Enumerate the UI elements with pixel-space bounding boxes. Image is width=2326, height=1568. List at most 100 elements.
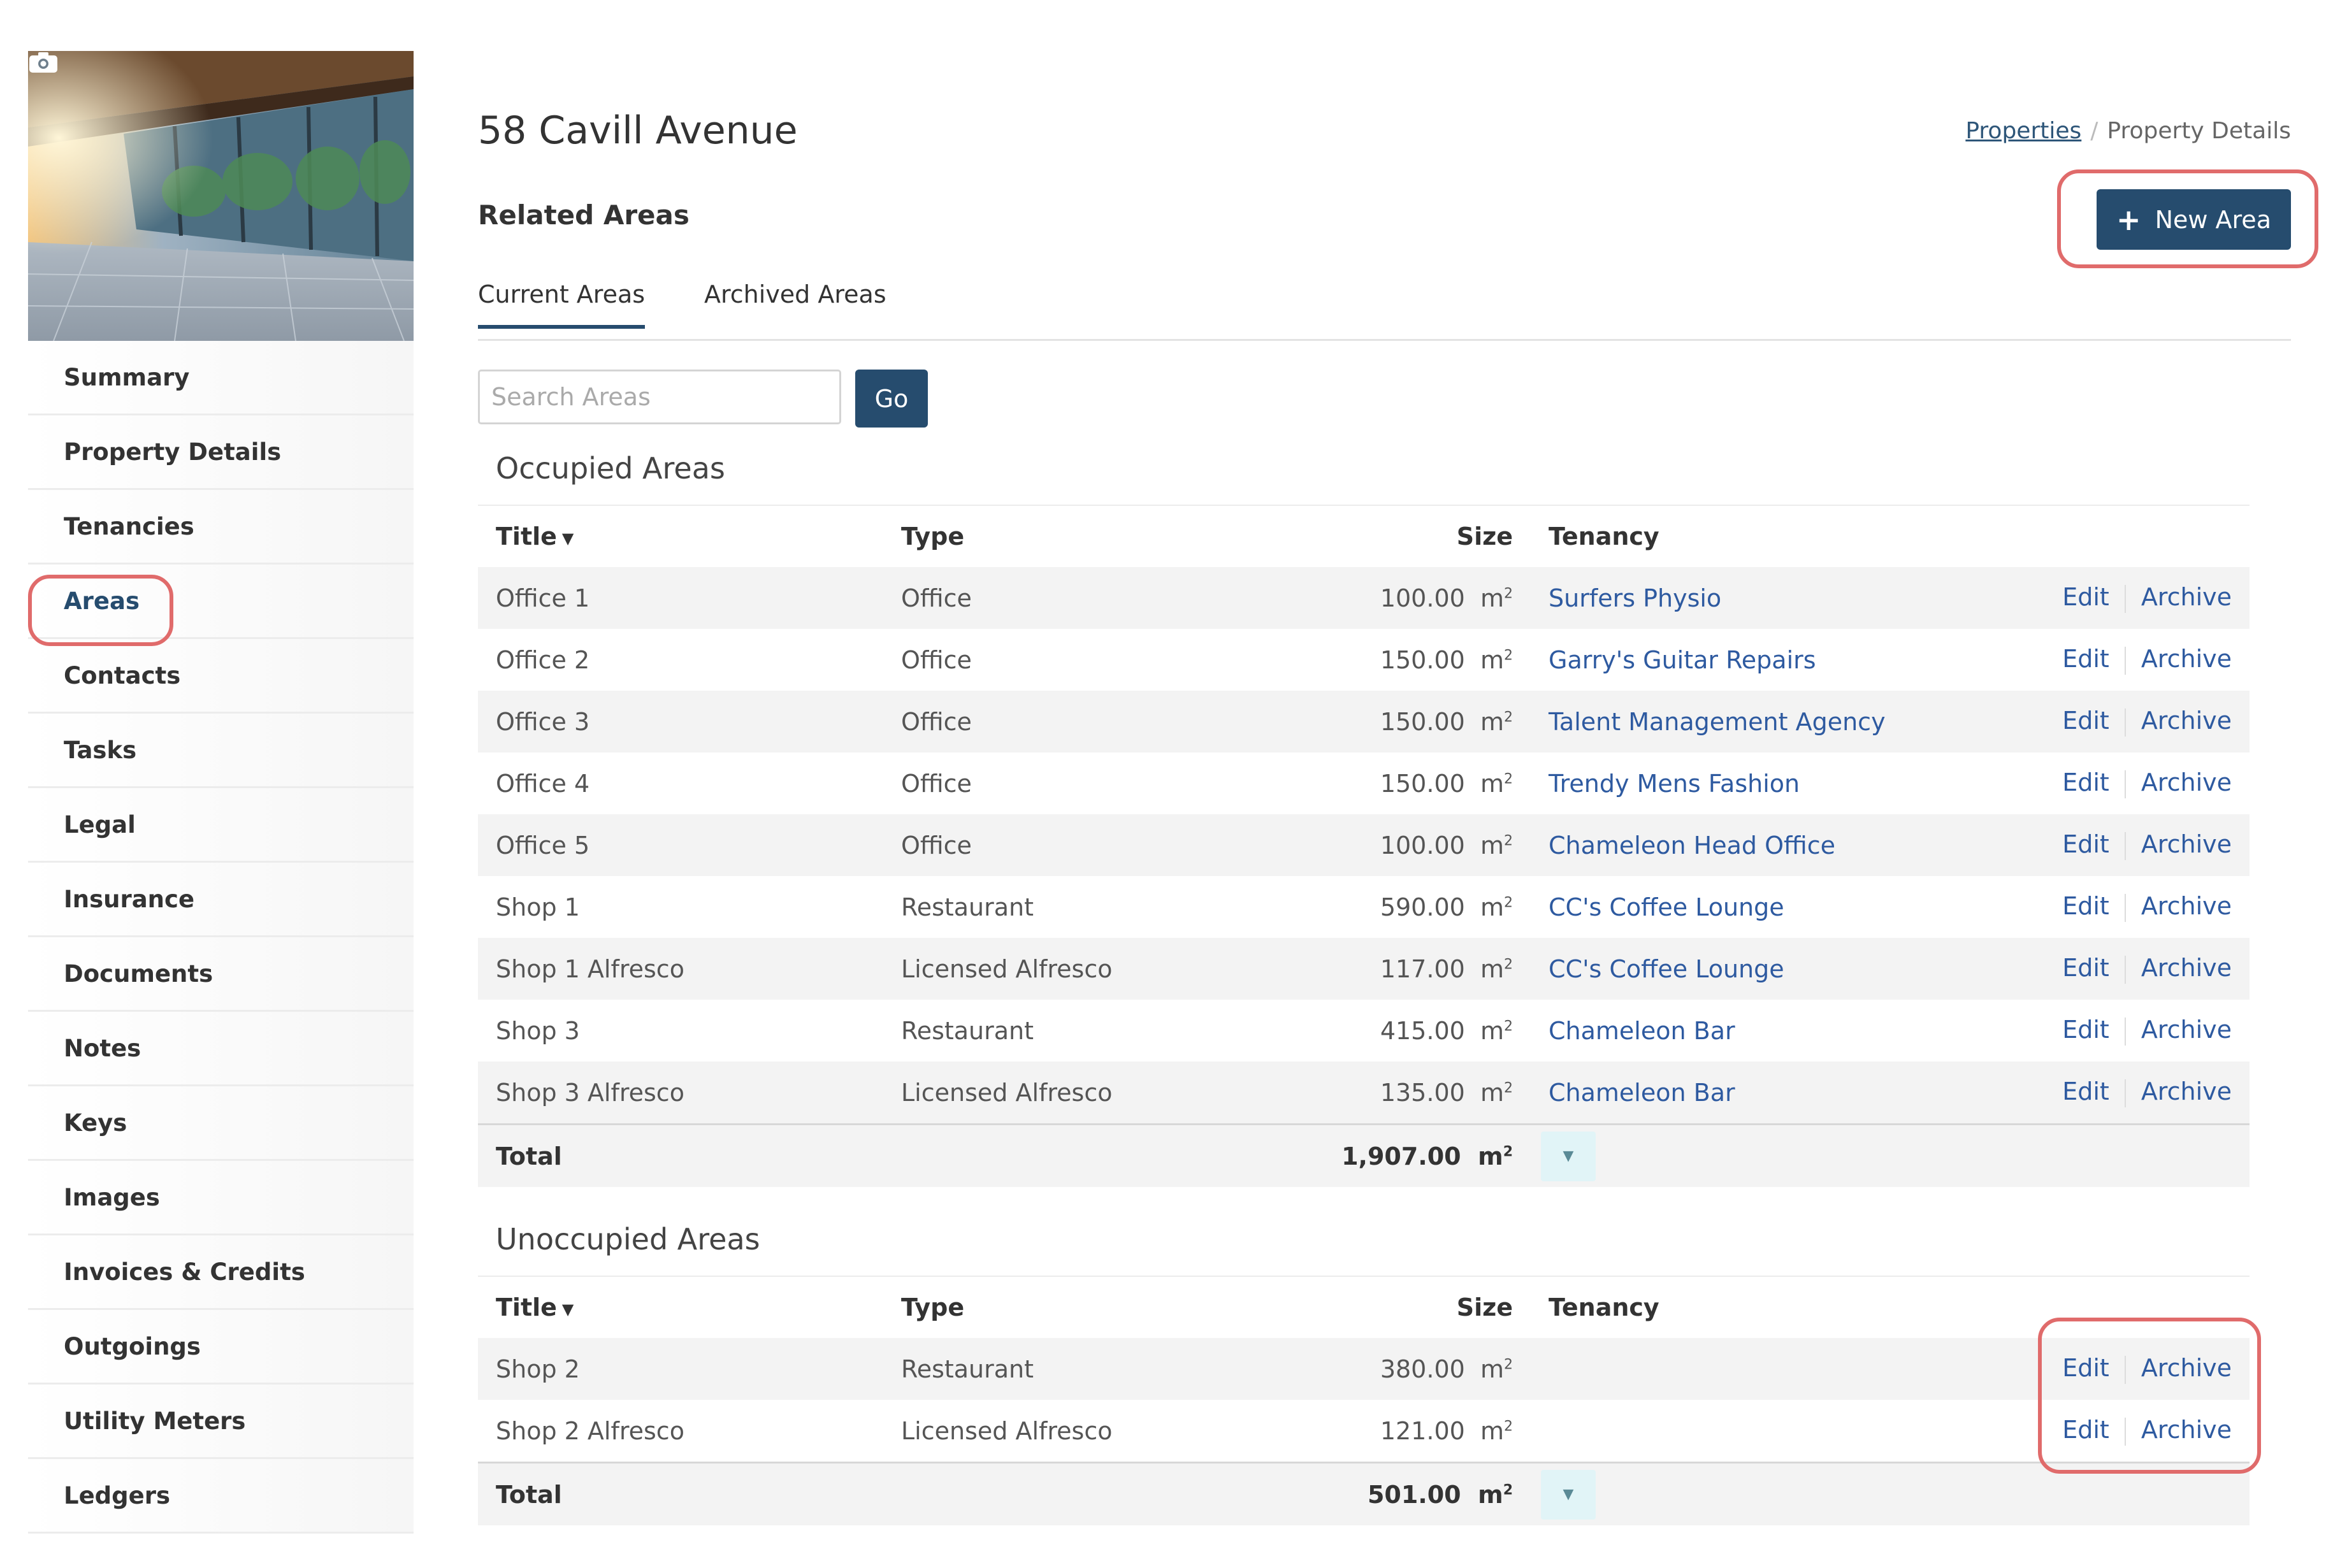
archive-link[interactable]: Archive	[2141, 1016, 2232, 1044]
unit-label: m	[1480, 1355, 1504, 1383]
unit-superscript: 2	[1504, 832, 1513, 849]
edit-link[interactable]: Edit	[2062, 1416, 2109, 1444]
breadcrumb-properties-link[interactable]: Properties	[1965, 118, 2081, 144]
table-row: Shop 2 Restaurant 380.00 m2 Edit Archive	[478, 1338, 2250, 1400]
area-tenancy	[1531, 1338, 2041, 1400]
total-actions-spacer	[2041, 1123, 2250, 1187]
tenancy-link[interactable]: Chameleon Head Office	[1549, 831, 1835, 860]
go-button[interactable]: Go	[855, 370, 928, 428]
edit-link[interactable]: Edit	[2062, 892, 2109, 920]
edit-link[interactable]: Edit	[2062, 583, 2109, 611]
table-row: Office 5 Office 100.00 m2 Chameleon Head Of…	[478, 814, 2250, 876]
tenancy-link[interactable]: Trendy Mens Fashion	[1549, 770, 1800, 798]
area-type: Office	[883, 691, 1246, 752]
area-type: Licensed Alfresco	[883, 938, 1246, 1000]
archive-link[interactable]: Archive	[2141, 954, 2232, 982]
edit-link[interactable]: Edit	[2062, 768, 2109, 796]
action-divider	[2124, 1355, 2126, 1384]
archive-link[interactable]: Archive	[2141, 768, 2232, 796]
area-tenancy	[1531, 1400, 2041, 1463]
edit-link[interactable]: Edit	[2062, 954, 2109, 982]
area-type: Office	[883, 814, 1246, 876]
sidebar-item-invoices-credits[interactable]: Invoices & Credits	[28, 1235, 414, 1310]
table-row: Shop 1 Alfresco Licensed Alfresco 117.00 m…	[478, 938, 2250, 1000]
total-expand-cell: ▼	[1531, 1123, 2041, 1187]
tab-archived-areas[interactable]: Archived Areas	[704, 280, 886, 325]
column-title-label: Title	[496, 522, 557, 550]
unit-superscript: 2	[1504, 1079, 1513, 1096]
unit-label: m	[1480, 954, 1504, 983]
sidebar-item-contacts[interactable]: Contacts	[28, 639, 414, 714]
sidebar-item-utility-meters[interactable]: Utility Meters	[28, 1385, 414, 1459]
edit-link[interactable]: Edit	[2062, 830, 2109, 858]
sidebar-item-legal[interactable]: Legal	[28, 788, 414, 863]
total-size-value: 501.00	[1367, 1480, 1461, 1509]
sidebar-item-notes[interactable]: Notes	[28, 1012, 414, 1086]
sidebar-item-documents[interactable]: Documents	[28, 937, 414, 1012]
tenancy-link[interactable]: Surfers Physio	[1549, 584, 1721, 612]
edit-link[interactable]: Edit	[2062, 1016, 2109, 1044]
total-row: Total 1,907.00 m2 ▼	[478, 1123, 2250, 1187]
sidebar-item-areas[interactable]: Areas	[28, 565, 414, 639]
area-title: Office 3	[478, 691, 883, 752]
area-type: Office	[901, 769, 972, 798]
edit-link[interactable]: Edit	[2062, 707, 2109, 735]
camera-icon[interactable]	[28, 51, 59, 74]
expand-totals-button[interactable]: ▼	[1541, 1469, 1596, 1520]
archive-link[interactable]: Archive	[2141, 645, 2232, 673]
unit-label: m	[1478, 1142, 1503, 1170]
archive-link[interactable]: Archive	[2141, 892, 2232, 920]
area-size: 121.00 m2	[1246, 1400, 1531, 1463]
search-areas-input[interactable]	[478, 370, 841, 424]
sidebar-item-insurance[interactable]: Insurance	[28, 863, 414, 937]
sidebar-item-keys[interactable]: Keys	[28, 1086, 414, 1161]
area-size-value: 100.00	[1380, 831, 1465, 860]
edit-link[interactable]: Edit	[2062, 1354, 2109, 1382]
expand-totals-button[interactable]: ▼	[1541, 1131, 1596, 1181]
property-photo[interactable]	[28, 51, 414, 341]
column-type-header: Type	[901, 522, 965, 550]
archive-link[interactable]: Archive	[2141, 707, 2232, 735]
archive-link[interactable]: Archive	[2141, 830, 2232, 858]
sidebar-item-summary[interactable]: Summary	[28, 341, 414, 415]
area-tenancy: Garry's Guitar Repairs	[1531, 629, 2041, 691]
tab-current-areas[interactable]: Current Areas	[478, 280, 646, 329]
total-label: Total	[478, 1462, 883, 1525]
unit-superscript: 2	[1504, 585, 1513, 601]
archive-link[interactable]: Archive	[2141, 1077, 2232, 1105]
area-size: 590.00 m2	[1246, 876, 1531, 938]
new-area-button[interactable]: + New Area	[2097, 189, 2291, 250]
total-size: 501.00 m2	[1246, 1462, 1531, 1525]
sidebar-item-outgoings[interactable]: Outgoings	[28, 1310, 414, 1385]
tenancy-link[interactable]: Chameleon Bar	[1549, 1017, 1735, 1045]
tenancy-link[interactable]: Garry's Guitar Repairs	[1549, 646, 1816, 674]
archive-link[interactable]: Archive	[2141, 583, 2232, 611]
sidebar-item-tasks[interactable]: Tasks	[28, 714, 414, 788]
column-title-header[interactable]: Title ▼	[478, 1277, 883, 1338]
sort-caret-icon: ▼	[561, 529, 574, 547]
sidebar-item-property-details[interactable]: Property Details	[28, 415, 414, 490]
row-actions: Edit Archive	[2041, 814, 2250, 876]
edit-link[interactable]: Edit	[2062, 1077, 2109, 1105]
occupied-areas-heading: Occupied Areas	[496, 451, 725, 486]
action-divider	[2124, 646, 2126, 675]
row-actions: Edit Archive	[2041, 1338, 2250, 1400]
archive-link[interactable]: Archive	[2141, 1354, 2232, 1382]
tenancy-link[interactable]: CC's Coffee Lounge	[1549, 955, 1784, 983]
area-title: Office 4	[496, 769, 590, 798]
tenancy-link[interactable]: Chameleon Bar	[1549, 1079, 1735, 1107]
area-size-value: 135.00	[1380, 1078, 1465, 1107]
area-size-value: 117.00	[1380, 954, 1465, 983]
sidebar-item-ledgers[interactable]: Ledgers	[28, 1459, 414, 1534]
edit-link[interactable]: Edit	[2062, 645, 2109, 673]
action-divider	[2124, 1079, 2126, 1107]
tenancy-link[interactable]: CC's Coffee Lounge	[1549, 893, 1784, 921]
sidebar-item-images[interactable]: Images	[28, 1161, 414, 1235]
action-divider	[2124, 831, 2126, 860]
area-tenancy: Chameleon Bar	[1531, 1061, 2041, 1125]
archive-link[interactable]: Archive	[2141, 1416, 2232, 1444]
sidebar-item-tenancies[interactable]: Tenancies	[28, 490, 414, 565]
unit-superscript: 2	[1504, 770, 1513, 787]
column-title-header[interactable]: Title ▼	[478, 506, 883, 567]
tenancy-link[interactable]: Talent Management Agency	[1549, 708, 1886, 736]
